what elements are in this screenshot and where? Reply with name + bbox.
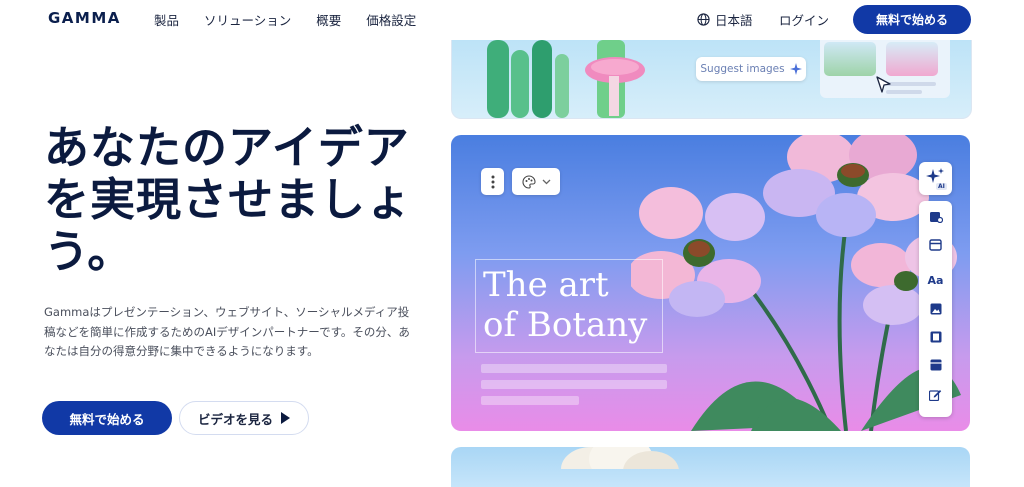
play-icon (281, 412, 290, 424)
layout-icon (929, 211, 943, 223)
block-tool[interactable] (919, 351, 952, 378)
card-title-line2: of Botany (483, 305, 648, 345)
watch-video-button[interactable]: ビデオを見る (179, 401, 309, 435)
thumbnail-caption-line (886, 82, 936, 86)
watch-video-label: ビデオを見る (197, 411, 273, 427)
more-options-button[interactable] (481, 168, 504, 195)
block-icon (930, 359, 941, 370)
text-placeholder-line (481, 380, 667, 389)
editor-side-toolbar: Aa (919, 201, 952, 417)
edit-tool[interactable] (919, 381, 952, 408)
hero-title: あなたのアイデアを実現させましょう。 (44, 121, 413, 278)
edit-icon (929, 389, 942, 401)
nav-item-pricing[interactable]: 価格設定 (366, 10, 416, 29)
get-started-button[interactable]: 無料で始める (42, 401, 172, 435)
text-placeholder-line (481, 396, 579, 405)
ai-badge: AI (936, 183, 947, 190)
hero-description: Gammaはプレゼンテーション、ウェブサイト、ソーシャルメディア投稿などを簡単に… (44, 305, 410, 358)
nav-item-solutions[interactable]: ソリューション (204, 10, 291, 29)
top-navbar: GAMMA 製品 ソリューション 概要 価格設定 日本語 ログイン 無料で始める (0, 0, 1024, 38)
globe-icon (697, 13, 710, 26)
main-nav: 製品 ソリューション 概要 価格設定 (154, 10, 441, 29)
cloud-image (561, 447, 679, 469)
chevron-down-icon (542, 179, 550, 184)
nav-item-products[interactable]: 製品 (154, 10, 179, 29)
text-placeholder-line (481, 364, 667, 373)
more-vertical-icon (491, 175, 494, 188)
login-link[interactable]: ログイン (779, 10, 829, 29)
suggest-images-label: Suggest images (700, 63, 785, 75)
suggest-images-button[interactable]: Suggest images (696, 57, 806, 81)
text-tool[interactable]: Aa (919, 267, 952, 294)
sparkle-icon (789, 63, 802, 75)
card-title[interactable]: The art of Botany (483, 265, 647, 345)
card-icon (929, 238, 942, 251)
preview-card-botany: The art of Botany AI Aa (451, 135, 970, 431)
suggested-image-thumbnail[interactable] (886, 42, 938, 76)
preview-card-bottom (451, 447, 970, 487)
theme-picker-button[interactable] (512, 168, 560, 195)
image-tool[interactable] (919, 295, 952, 322)
cursor-icon (876, 76, 891, 93)
language-label: 日本語 (715, 13, 753, 28)
gamma-logo[interactable]: GAMMA (48, 9, 121, 27)
add-layout-tool[interactable] (919, 203, 952, 230)
nav-item-overview[interactable]: 概要 (316, 10, 341, 29)
ai-assistant-button[interactable]: AI (919, 162, 952, 195)
language-selector[interactable]: 日本語 (697, 10, 753, 29)
card-title-line1: The art (483, 265, 609, 305)
ai-sparkle-icon (926, 168, 944, 183)
add-card-tool[interactable] (919, 231, 952, 258)
mushroom-image (487, 40, 645, 118)
video-icon (930, 331, 941, 342)
text-icon: Aa (927, 274, 944, 287)
image-icon (930, 303, 941, 314)
suggested-image-thumbnail[interactable] (824, 42, 876, 76)
signup-button-header[interactable]: 無料で始める (853, 5, 971, 34)
palette-icon (521, 174, 536, 189)
video-tool[interactable] (919, 323, 952, 350)
preview-card-top: Suggest images (451, 40, 972, 119)
